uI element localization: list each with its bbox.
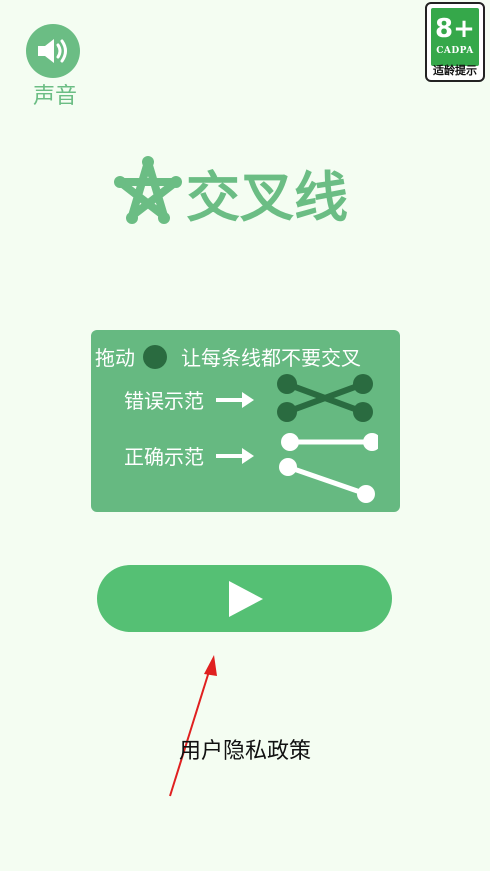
right-example-row: 正确示范 <box>124 441 254 470</box>
arrow-right-icon <box>216 391 254 408</box>
star-icon <box>114 156 182 224</box>
wrong-example-label: 错误示范 <box>124 389 204 413</box>
right-example-label: 正确示范 <box>124 445 204 469</box>
game-title-text: 交叉线 <box>186 165 348 229</box>
sound-toggle-button[interactable] <box>26 24 80 78</box>
age-rating-badge: 8+ CADPA 适龄提示 <box>425 2 485 82</box>
age-rating-box: 8+ CADPA <box>431 8 479 66</box>
instruction-prefix: 拖动 <box>95 346 135 370</box>
play-button[interactable] <box>97 565 392 632</box>
sound-label: 声音 <box>32 84 77 109</box>
play-icon <box>228 580 263 617</box>
speaker-icon <box>38 39 67 63</box>
instruction-suffix: 让每条线都不要交叉 <box>181 346 361 370</box>
uncrossed-lines-icon <box>279 433 378 503</box>
crossed-lines-icon <box>277 374 373 422</box>
instruction-panel: 拖动 让每条线都不要交叉 错误示范 正确示范 <box>91 330 400 512</box>
drag-dot-icon <box>143 344 167 369</box>
age-rating-number: 8+ <box>435 14 475 44</box>
age-rating-org: CADPA <box>436 46 474 56</box>
age-rating-tip: 适龄提示 <box>433 64 477 77</box>
wrong-example-row: 错误示范 <box>124 385 254 414</box>
arrow-right-icon <box>216 447 254 464</box>
instruction-line: 拖动 让每条线都不要交叉 <box>95 342 361 371</box>
game-title: 交叉线 <box>112 152 348 232</box>
privacy-policy-link[interactable]: 用户隐私政策 <box>0 733 490 765</box>
